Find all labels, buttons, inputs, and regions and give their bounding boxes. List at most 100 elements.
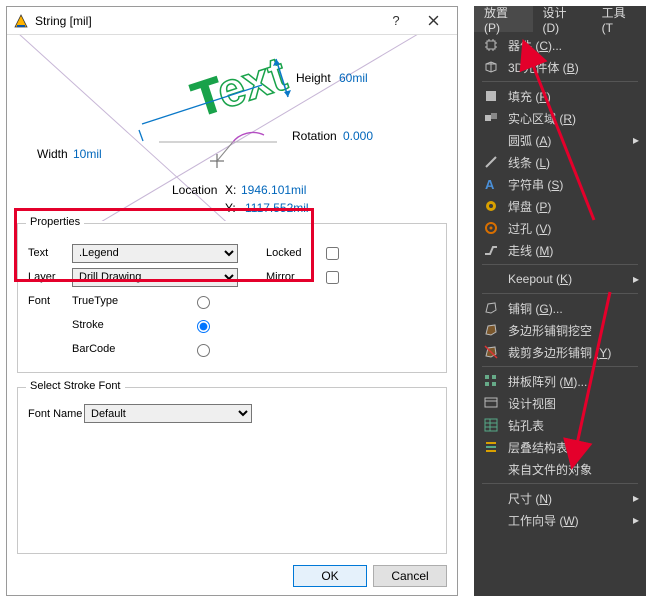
- title-bar[interactable]: String [mil] ?: [7, 7, 457, 35]
- chip-icon: [482, 36, 500, 54]
- menu-separator: [482, 293, 638, 294]
- text-combo[interactable]: .Legend: [72, 244, 238, 263]
- mirror-label: Mirror: [266, 271, 322, 283]
- font-barcode-label: BarCode: [72, 343, 192, 355]
- dialog-title: String [mil]: [35, 14, 379, 28]
- pad-icon: [482, 197, 500, 215]
- fill-icon: [482, 87, 500, 105]
- via-icon: [482, 219, 500, 237]
- string-preview-area: Text T Height 60mil Rotation 0.0: [7, 35, 457, 221]
- menu-item[interactable]: 来自文件的对象: [474, 458, 646, 480]
- blank-icon: [482, 511, 500, 529]
- menu-separator: [482, 81, 638, 82]
- polygon-icon: [482, 299, 500, 317]
- menu-item[interactable]: 层叠结构表: [474, 436, 646, 458]
- menu-tab-tools[interactable]: 工具 (T: [592, 6, 646, 32]
- menu-item-label: 铺铜 (G)...: [508, 300, 640, 317]
- layer-combo[interactable]: Drill Drawing: [72, 268, 238, 287]
- place-menu-panel: 放置 (P) 设计 (D) 工具 (T 器件 (C)... 3D元件体 (B) 填充…: [474, 6, 646, 596]
- cancel-button[interactable]: Cancel: [373, 565, 447, 587]
- menu-item-label: 尺寸 (N): [508, 490, 632, 507]
- cube3d-icon: [482, 58, 500, 76]
- solid-icon: [482, 109, 500, 127]
- string-icon: A: [482, 175, 500, 193]
- menu-item[interactable]: 多边形铺铜挖空: [474, 319, 646, 341]
- menu-item[interactable]: 焊盘 (P): [474, 195, 646, 217]
- menu-item[interactable]: 铺铜 (G)...: [474, 297, 646, 319]
- ok-button[interactable]: OK: [293, 565, 367, 587]
- menu-item-label: 焊盘 (P): [508, 198, 640, 215]
- font-stroke-label: Stroke: [72, 319, 192, 331]
- menu-tab-place[interactable]: 放置 (P): [474, 6, 533, 32]
- font-name-label: Font Name: [28, 408, 84, 420]
- help-button[interactable]: ?: [379, 8, 413, 34]
- submenu-arrow-icon: ▸: [632, 133, 640, 147]
- app-icon: [13, 13, 29, 29]
- submenu-arrow-icon: ▸: [632, 491, 640, 505]
- locked-label: Locked: [266, 247, 322, 259]
- menu-separator: [482, 264, 638, 265]
- track-icon: [482, 241, 500, 259]
- menu-item-label: 多边形铺铜挖空: [508, 322, 640, 339]
- menu-tab-design[interactable]: 设计 (D): [533, 6, 592, 32]
- menu-item-label: Keepout (K): [508, 272, 632, 286]
- menu-item[interactable]: 裁剪多边形铺铜 (Y): [474, 341, 646, 363]
- menu-item[interactable]: 3D元件体 (B): [474, 56, 646, 78]
- menu-item[interactable]: 实心区域 (R): [474, 107, 646, 129]
- menu-item[interactable]: 工作向导 (W)▸: [474, 509, 646, 531]
- menu-item-label: 过孔 (V): [508, 220, 640, 237]
- menu-item[interactable]: A 字符串 (S): [474, 173, 646, 195]
- menu-item[interactable]: 走线 (M): [474, 239, 646, 261]
- menu-item[interactable]: 拼板阵列 (M)...: [474, 370, 646, 392]
- locked-checkbox[interactable]: [326, 247, 339, 260]
- menu-item-label: 工作向导 (W): [508, 512, 632, 529]
- stroke-font-legend: Select Stroke Font: [26, 380, 125, 392]
- stackup-icon: [482, 438, 500, 456]
- menu-item-label: 拼板阵列 (M)...: [508, 373, 640, 390]
- menu-item[interactable]: 设计视图: [474, 392, 646, 414]
- view-icon: [482, 394, 500, 412]
- font-stroke-radio[interactable]: [197, 320, 210, 333]
- menu-item[interactable]: Keepout (K)▸: [474, 268, 646, 290]
- menu-item-label: 设计视图: [508, 395, 640, 412]
- blank-icon: [482, 460, 500, 478]
- blank-icon: [482, 489, 500, 507]
- font-label: Font: [28, 295, 72, 307]
- menu-item-label: 器件 (C)...: [508, 37, 640, 54]
- menu-item-label: 来自文件的对象: [508, 461, 640, 478]
- menu-item-label: 字符串 (S): [508, 176, 640, 193]
- text-label: Text: [28, 247, 72, 259]
- font-truetype-radio[interactable]: [197, 296, 210, 309]
- drilltable-icon: [482, 416, 500, 434]
- font-truetype-label: TrueType: [72, 295, 192, 307]
- menu-item[interactable]: 尺寸 (N)▸: [474, 487, 646, 509]
- close-button[interactable]: [413, 8, 453, 34]
- menu-separator: [482, 483, 638, 484]
- polycut-icon: [482, 343, 500, 361]
- menu-item-label: 圆弧 (A): [508, 132, 632, 149]
- menu-item[interactable]: 填充 (F): [474, 85, 646, 107]
- font-name-combo[interactable]: Default: [84, 404, 252, 423]
- menu-item-label: 线条 (L): [508, 154, 640, 171]
- menu-item[interactable]: 圆弧 (A)▸: [474, 129, 646, 151]
- mirror-checkbox[interactable]: [326, 271, 339, 284]
- polyfill-icon: [482, 321, 500, 339]
- properties-group: Properties Text .Legend Locked Layer Dri…: [17, 223, 447, 373]
- string-properties-dialog: String [mil] ? Text T: [6, 6, 458, 596]
- menu-item-label: 走线 (M): [508, 242, 640, 259]
- menu-item-label: 层叠结构表: [508, 439, 640, 456]
- menu-item-label: 裁剪多边形铺铜 (Y): [508, 344, 640, 361]
- menu-separator: [482, 366, 638, 367]
- menu-item-label: 实心区域 (R): [508, 110, 640, 127]
- menu-item-label: 填充 (F): [508, 88, 640, 105]
- menu-item[interactable]: 线条 (L): [474, 151, 646, 173]
- menu-item-label: 3D元件体 (B): [508, 59, 640, 76]
- menu-item[interactable]: 钻孔表: [474, 414, 646, 436]
- font-barcode-radio[interactable]: [197, 344, 210, 357]
- blank-icon: [482, 270, 500, 288]
- svg-text:A: A: [485, 177, 495, 192]
- stroke-font-group: Select Stroke Font Font Name Default: [17, 387, 447, 554]
- layer-label: Layer: [28, 271, 72, 283]
- menu-item[interactable]: 器件 (C)...: [474, 34, 646, 56]
- menu-item[interactable]: 过孔 (V): [474, 217, 646, 239]
